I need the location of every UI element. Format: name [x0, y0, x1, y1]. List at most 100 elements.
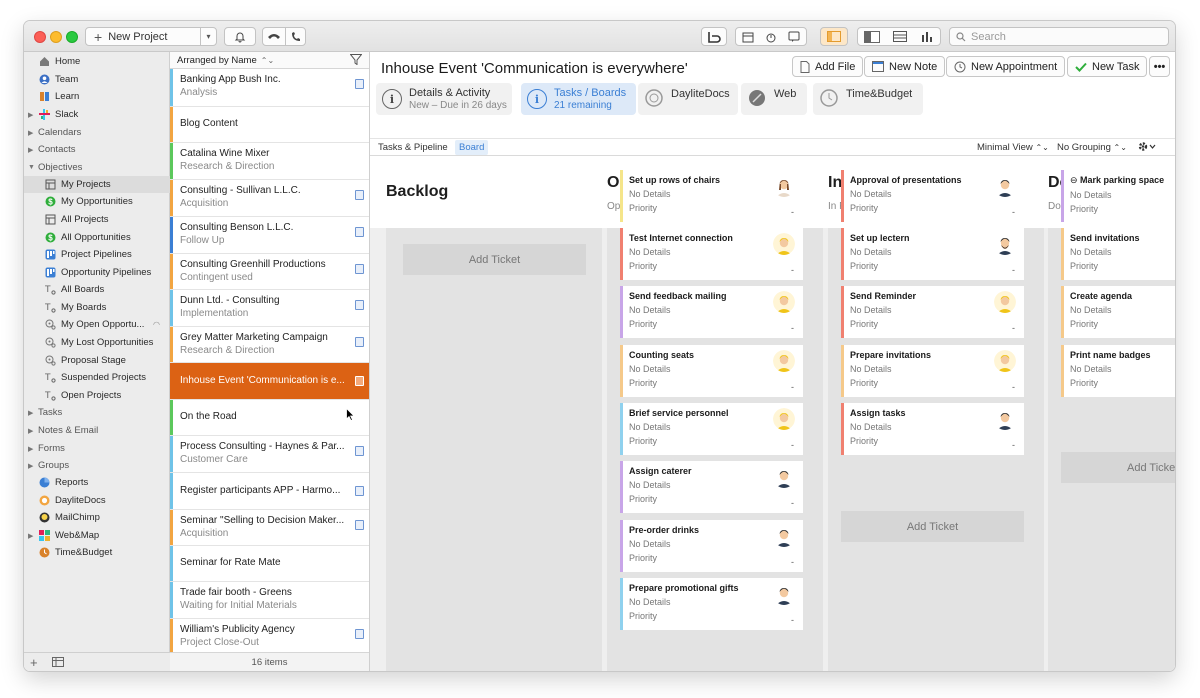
task-card[interactable]: Set up rows of chairs No Details Priority -	[620, 170, 803, 222]
sidebar-item[interactable]: My Lost Opportunities	[24, 334, 170, 351]
sidebar-item[interactable]: ▶ Forms	[24, 440, 170, 457]
sidebar-item[interactable]: ▶ Web&Map	[24, 527, 170, 544]
chevron-down-icon[interactable]: ▾	[200, 28, 216, 45]
sidebar-item[interactable]: All Projects	[24, 211, 170, 228]
task-card[interactable]: Assign caterer No Details Priority -	[620, 461, 803, 513]
sidebar-item[interactable]: ▶ Calendars	[24, 124, 170, 141]
add-ticket-button[interactable]: Add Ticket	[1061, 452, 1175, 483]
sidebar-item[interactable]: Reports	[24, 474, 170, 491]
list-item[interactable]: Inhouse Event 'Communication is e...	[170, 363, 369, 400]
tab-web[interactable]: Web	[741, 83, 807, 115]
view-mode-select[interactable]: Minimal View ⌃⌄	[977, 142, 1049, 153]
timer-icon[interactable]	[765, 31, 777, 43]
zoom-window-button[interactable]	[66, 31, 78, 43]
tab-daylitedocs[interactable]: DayliteDocs	[638, 83, 738, 115]
task-card[interactable]: Brief service personnel No Details Priorit…	[620, 403, 803, 455]
task-card[interactable]: Test Internet connection No Details Priori…	[620, 228, 803, 280]
sidebar-item[interactable]: $ My Opportunities	[24, 193, 170, 210]
list-item[interactable]: Seminar "Selling to Decision Maker... Acq…	[170, 510, 369, 546]
new-project-button[interactable]: + New Project ▾	[85, 27, 217, 46]
sidebar-item[interactable]: My Projects	[24, 176, 170, 193]
chart-view-icon[interactable]	[920, 31, 934, 42]
list-item[interactable]: Trade fair booth - Greens Waiting for Ini…	[170, 582, 369, 619]
calendar-icon[interactable]	[742, 31, 754, 43]
sidebar-item[interactable]: Home	[24, 53, 170, 70]
new-task-button[interactable]: New Task	[1067, 56, 1148, 77]
list-item[interactable]: William's Publicity Agency Project Close-…	[170, 619, 369, 655]
task-card[interactable]: Approval of presentations No Details Prior…	[841, 170, 1024, 222]
disclosure-closed-icon[interactable]: ▶	[28, 445, 38, 453]
list-item[interactable]: Register participants APP - Harmo...	[170, 473, 369, 510]
disclosure-closed-icon[interactable]: ▶	[28, 427, 38, 435]
task-card[interactable]: Prepare promotional gifts No Details Prior…	[620, 578, 803, 630]
sidebar-item[interactable]: T All Boards	[24, 281, 170, 298]
list-item[interactable]: Dunn Ltd. - Consulting Implementation	[170, 290, 369, 327]
add-file-button[interactable]: Add File	[792, 56, 864, 77]
notifications-button[interactable]	[224, 27, 256, 46]
close-window-button[interactable]	[34, 31, 46, 43]
list-item[interactable]: Blog Content	[170, 107, 369, 143]
disclosure-closed-icon[interactable]: ▶	[28, 532, 33, 540]
list-sort-header[interactable]: Arranged by Name ⌃⌄	[170, 52, 369, 69]
sidebar-item[interactable]: DayliteDocs	[24, 492, 170, 509]
list-item[interactable]: Consulting Benson L.L.C. Follow Up	[170, 217, 369, 254]
list-item[interactable]: Seminar for Rate Mate	[170, 546, 369, 582]
tab-tasks-boards[interactable]: i Tasks / Boards 21 remaining	[521, 83, 636, 115]
message-icon[interactable]	[788, 31, 800, 43]
tab-board[interactable]: Board	[455, 140, 489, 155]
list-view-icon[interactable]	[892, 31, 907, 42]
sidebar-item[interactable]: $ All Opportunities	[24, 229, 170, 246]
settings-menu-button[interactable]	[1137, 140, 1157, 156]
sidebar-item[interactable]: Proposal Stage	[24, 352, 170, 369]
sidebar-item[interactable]: T Open Projects	[24, 387, 170, 404]
sidebar-item[interactable]: T My Boards	[24, 299, 170, 316]
new-note-button[interactable]: New Note	[864, 56, 946, 77]
task-card[interactable]: Set up lectern No Details Priority -	[841, 228, 1024, 280]
disclosure-closed-icon[interactable]: ▶	[28, 129, 38, 137]
task-card[interactable]: Send Reminder No Details Priority -	[841, 286, 1024, 338]
sidebar-item[interactable]: ▶ Notes & Email	[24, 422, 170, 439]
list-item[interactable]: Consulting - Sullivan L.L.C. Acquisition	[170, 180, 369, 217]
minimize-window-button[interactable]	[50, 31, 62, 43]
disclosure-closed-icon[interactable]: ▶	[28, 111, 33, 119]
task-card[interactable]: Create agenda No Details Priority	[1061, 286, 1175, 338]
list-item[interactable]: On the Road	[170, 400, 369, 436]
table-icon[interactable]	[51, 655, 64, 670]
sidebar-item[interactable]: ▶ Contacts	[24, 141, 170, 158]
more-options-button[interactable]: •••	[1149, 56, 1170, 77]
task-card[interactable]: Assign tasks No Details Priority -	[841, 403, 1024, 455]
list-item[interactable]: Catalina Wine Mixer Research & Direction	[170, 143, 369, 180]
task-card[interactable]: Counting seats No Details Priority -	[620, 345, 803, 397]
sidebar-item[interactable]: MailChimp	[24, 509, 170, 526]
list-item[interactable]: Grey Matter Marketing Campaign Research &…	[170, 327, 369, 363]
tab-details-activity[interactable]: i Details & Activity New – Due in 26 days	[376, 83, 512, 115]
disclosure-closed-icon[interactable]: ▶	[28, 146, 38, 154]
sidebar-item[interactable]: Project Pipelines	[24, 246, 170, 263]
disclosure-closed-icon[interactable]: ▶	[28, 409, 38, 417]
task-card[interactable]: Send invitations No Details Priority	[1061, 228, 1175, 280]
tab-tasks-pipeline[interactable]: Tasks & Pipeline	[378, 142, 448, 153]
list-item[interactable]: Process Consulting - Haynes & Par... Cust…	[170, 436, 369, 473]
search-input[interactable]: Search	[949, 27, 1169, 46]
task-card[interactable]: ⊖ Mark parking space No Details Priority	[1061, 170, 1175, 222]
sidebar-item[interactable]: Opportunity Pipelines	[24, 264, 170, 281]
disclosure-closed-icon[interactable]: ▶	[28, 462, 38, 470]
sidebar-item[interactable]: Team	[24, 71, 170, 88]
sidebar-toggle-button[interactable]	[820, 27, 848, 46]
list-item[interactable]: Banking App Bush Inc. Analysis	[170, 69, 369, 107]
add-ticket-button[interactable]: Add Ticket	[403, 244, 586, 275]
filter-icon[interactable]	[349, 54, 363, 68]
sidebar-item[interactable]: Learn	[24, 88, 170, 105]
add-icon[interactable]: +	[30, 655, 38, 670]
sidebar-item[interactable]: ▶ Groups	[24, 457, 170, 474]
sidebar-item[interactable]: My Open Opportu... ◠	[24, 316, 170, 333]
task-card[interactable]: Pre-order drinks No Details Priority -	[620, 520, 803, 572]
sidebar-item[interactable]: T Suspended Projects	[24, 369, 170, 386]
grouping-select[interactable]: No Grouping ⌃⌄	[1057, 142, 1127, 153]
list-item[interactable]: Consulting Greenhill Productions Continge…	[170, 254, 369, 290]
task-card[interactable]: Send feedback mailing No Details Priority -	[620, 286, 803, 338]
task-card[interactable]: Prepare invitations No Details Priority -	[841, 345, 1024, 397]
sidebar-item[interactable]: ▶ Slack	[24, 106, 170, 123]
daylite-button[interactable]	[701, 27, 727, 46]
sidebar-item[interactable]: Time&Budget	[24, 544, 170, 561]
